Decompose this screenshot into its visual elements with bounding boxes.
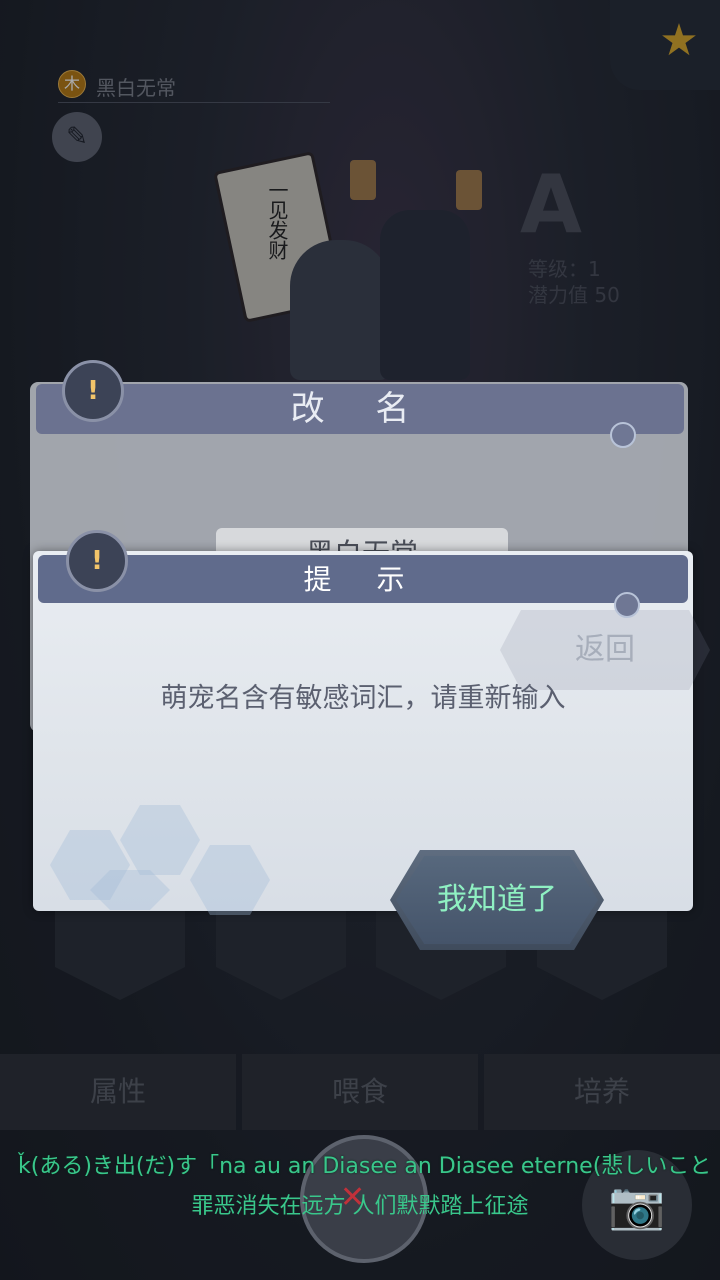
tip-message: 萌宠名含有敏感词汇，请重新输入 — [160, 683, 566, 714]
tip-dialog-title: 提 示 — [38, 555, 688, 603]
warning-icon: ! — [66, 530, 128, 592]
subtitle-line-2: 罪恶消失在远方 人们默默踏上征途 — [191, 1194, 529, 1219]
rename-dialog-title: 改 名 — [36, 384, 684, 434]
ok-button[interactable]: 我知道了 — [396, 856, 598, 944]
subtitle-line-1: ǩ(ある)き出(だ)す「na au an Diasee an Diasee et… — [18, 1154, 708, 1179]
dialog-node-icon — [614, 592, 640, 618]
dialog-node-icon — [610, 422, 636, 448]
warning-icon: ! — [62, 360, 124, 422]
